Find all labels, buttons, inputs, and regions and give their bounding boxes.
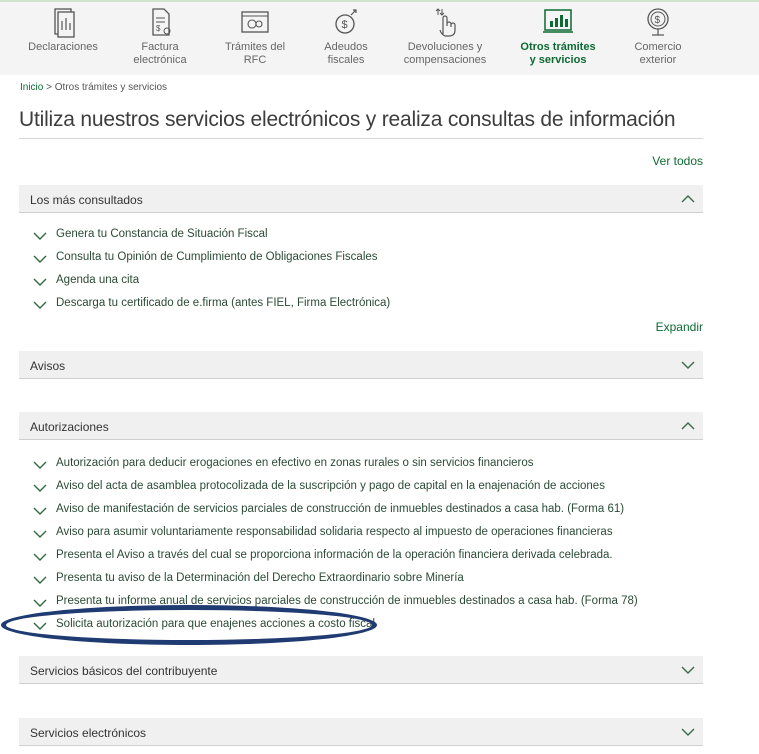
chevron-down-icon [33,301,47,309]
chevron-up-icon [681,422,695,430]
nav-label: Adeudos fiscales [324,41,368,66]
nav-item-otros-tramites[interactable]: Otros trámites y servicios [513,6,603,67]
list-item[interactable]: Descarga tu certificado de e.firma (ante… [33,297,673,320]
highlight-annotation-ellipse [1,605,377,645]
breadcrumb-current: Otros trámites y servicios [54,82,168,93]
breadcrumb: Inicio > Otros trámites y servicios [20,82,167,93]
top-navigation: Declaraciones $ Factura electrónica Trám… [0,0,759,75]
nav-item-devoluciones[interactable]: Devoluciones y compensaciones [400,6,490,67]
page-title: Utiliza nuestros servicios electrónicos … [19,108,676,131]
section-header-avisos[interactable]: Avisos [19,351,703,379]
otros-tramites-icon [543,9,573,33]
nav-label: Trámites del RFC [224,41,286,66]
chevron-down-icon [33,553,47,561]
breadcrumb-separator: > [43,82,55,93]
chevron-down-icon [33,484,47,492]
nav-item-tramites-rfc[interactable]: Trámites del RFC [210,6,300,67]
chevron-down-icon [681,361,695,369]
factura-icon: $ [152,8,171,36]
list-item[interactable]: Presenta tu aviso de la Determinación de… [33,572,673,595]
section-list-mas-consultados: Genera tu Constancia de Situación Fiscal… [33,228,673,320]
list-item[interactable]: Aviso para asumir voluntariamente respon… [33,526,673,549]
section-title: Autorizaciones [30,420,109,434]
list-item-label[interactable]: Autorización para deducir erogaciones en… [56,457,534,469]
list-item-label[interactable]: Agenda una cita [56,274,139,286]
nav-item-declaraciones[interactable]: Declaraciones [18,6,108,54]
expandir-link[interactable]: Expandir [656,320,703,334]
list-item[interactable]: Aviso de manifestación de servicios parc… [33,503,673,526]
nav-item-comercio-exterior[interactable]: $ Comercio exterior [613,6,703,67]
adeudos-icon: $ [335,9,357,34]
declaraciones-icon [54,8,75,38]
nav-item-adeudos[interactable]: $ Adeudos fiscales [301,6,391,67]
devoluciones-icon [435,8,456,37]
comercio-exterior-icon: $ [647,8,669,36]
list-item-label[interactable]: Genera tu Constancia de Situación Fiscal [56,228,268,240]
nav-label: Declaraciones [28,41,98,53]
chevron-down-icon [33,599,47,607]
chevron-down-icon [681,666,695,674]
list-item-label[interactable]: Presenta el Aviso a través del cual se p… [56,549,613,561]
section-header-mas-consultados[interactable]: Los más consultados [19,185,703,213]
section-header-servicios-electronicos[interactable]: Servicios electrónicos [19,718,703,746]
nav-item-factura[interactable]: $ Factura electrónica [115,6,205,67]
nav-label: Comercio exterior [634,41,682,66]
section-title: Servicios básicos del contribuyente [30,664,218,678]
list-item[interactable]: Genera tu Constancia de Situación Fiscal [33,228,673,251]
chevron-down-icon [681,728,695,736]
chevron-up-icon [681,195,695,203]
chevron-down-icon [33,278,47,286]
chevron-down-icon [33,507,47,515]
list-item-label[interactable]: Descarga tu certificado de e.firma (ante… [56,297,390,309]
svg-text:$: $ [655,15,661,26]
list-item[interactable]: Consulta tu Opinión de Cumplimiento de O… [33,251,673,274]
list-item-label[interactable]: Aviso de manifestación de servicios parc… [56,503,624,515]
nav-label: Devoluciones y compensaciones [403,41,487,66]
chevron-down-icon [33,255,47,263]
tramites-rfc-icon [241,11,269,33]
section-header-autorizaciones[interactable]: Autorizaciones [19,412,703,440]
section-header-servicios-basicos[interactable]: Servicios básicos del contribuyente [19,656,703,684]
list-item-label[interactable]: Aviso del acta de asamblea protocolizada… [56,480,605,492]
section-title: Avisos [30,359,66,373]
svg-text:$: $ [156,24,161,33]
nav-label: Factura electrónica [133,41,187,66]
chevron-down-icon [33,232,47,240]
list-item[interactable]: Presenta el Aviso a través del cual se p… [33,549,673,572]
list-item[interactable]: Agenda una cita [33,274,673,297]
section-title: Los más consultados [30,193,143,207]
title-divider [19,138,703,139]
list-item-label[interactable]: Consulta tu Opinión de Cumplimiento de O… [56,251,378,263]
nav-label: Otros trámites y servicios [520,41,596,66]
list-item-label[interactable]: Aviso para asumir voluntariamente respon… [56,526,613,538]
chevron-down-icon [33,461,47,469]
list-item[interactable]: Autorización para deducir erogaciones en… [33,457,673,480]
chevron-down-icon [33,530,47,538]
breadcrumb-home-link[interactable]: Inicio [20,82,43,93]
ver-todos-link[interactable]: Ver todos [652,154,703,168]
svg-text:$: $ [342,19,348,31]
section-title: Servicios electrónicos [30,726,147,740]
list-item[interactable]: Aviso del acta de asamblea protocolizada… [33,480,673,503]
chevron-down-icon [33,576,47,584]
list-item-label[interactable]: Presenta tu aviso de la Determinación de… [56,572,464,584]
